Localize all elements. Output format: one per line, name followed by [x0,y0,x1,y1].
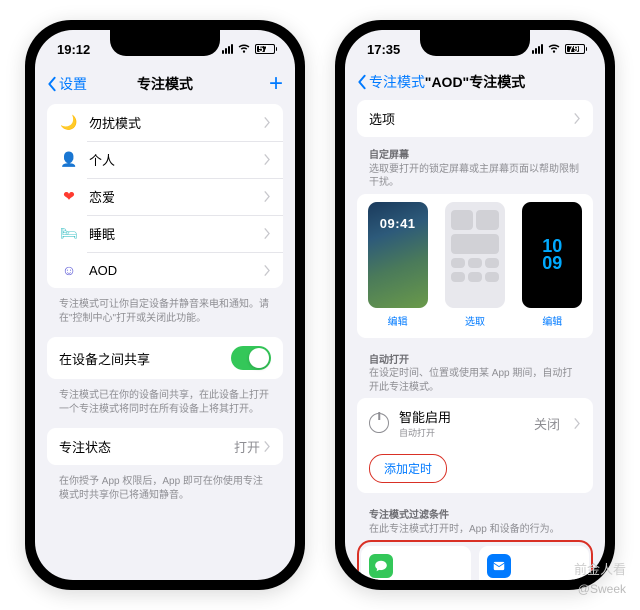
mode-aod[interactable]: ☺ AOD [47,252,283,288]
chevron-right-icon [264,441,271,452]
chevron-right-icon [574,418,581,429]
chevron-right-icon [264,191,271,202]
filter-header: 专注模式过滤条件 在此专注模式打开时，App 和设备的行为。 [357,499,593,540]
nav-bar: 专注模式 "AOD"专注模式 [345,68,605,100]
custom-screens-header: 自定屏幕 选取要打开的锁定屏幕或主屏幕页面以帮助限制干扰。 [357,139,593,194]
page-title: 专注模式 [137,74,193,94]
chevron-left-icon [357,74,367,90]
watermark-brand: 前金人看 [574,559,626,578]
signal-icon [222,44,233,54]
moon-icon: 🌙 [59,114,79,131]
battery-icon: 57 [255,44,278,54]
modes-footer: 专注模式可让你自定设备并静音来电和通知。请在"控制中心"打开或关闭此功能。 [47,294,283,337]
back-button[interactable]: 设置 [47,74,87,94]
screen-customization: 09:41 编辑 选取 [357,194,593,338]
person-icon: 👤 [59,151,79,168]
mode-love[interactable]: ❤ 恋爱 [47,178,283,215]
add-button[interactable]: + [269,72,283,96]
wifi-icon [237,44,251,54]
add-schedule-button[interactable]: 添加定时 [369,454,447,483]
filter-messages[interactable]: 信息 过滤对话 [361,546,471,580]
heart-icon: ❤ [59,188,79,205]
chevron-right-icon [264,117,271,128]
chevron-left-icon [47,76,57,92]
lock-screen-option[interactable]: 09:41 编辑 [368,202,428,328]
watermark: @Sweek [578,582,626,596]
chevron-right-icon [574,113,581,124]
phone-right: 17:35 79 专注模式 "AOD"专注模式 [335,20,615,590]
chevron-right-icon [264,265,271,276]
back-label: 设置 [59,74,87,94]
options-row[interactable]: 选项 [357,100,593,137]
smart-activation[interactable]: 智能启用 自动打开 关闭 [357,398,593,448]
mode-personal[interactable]: 👤 个人 [47,141,283,178]
mode-sleep[interactable]: 🛏 睡眠 [47,215,283,252]
home-screen-option[interactable]: 选取 [445,202,505,328]
status-time: 17:35 [367,42,400,57]
auto-on-header: 自动打开 在设定时间、位置或使用某 App 期间，自动打开此专注模式。 [357,344,593,399]
filter-mail[interactable]: 过滤收件箱 打开其他1个 [479,546,589,580]
share-toggle[interactable] [231,346,271,370]
notch [110,30,220,56]
focus-status[interactable]: 专注状态 打开 [47,428,283,465]
status-time: 19:12 [57,42,90,57]
chevron-right-icon [264,154,271,165]
focus-filters: 信息 过滤对话 过滤收件箱 打开其他1个 [357,540,593,580]
watch-digits: 1009 [542,238,562,270]
mail-icon [487,554,511,578]
share-across-devices[interactable]: 在设备之间共享 [47,337,283,379]
back-button[interactable]: 专注模式 [357,72,425,92]
page-title: "AOD"专注模式 [425,72,525,92]
nav-bar: 设置 专注模式 + [35,68,295,104]
messages-icon [369,554,393,578]
share-footer: 专注模式已在你的设备间共享，在此设备上打开一个专注模式将同时在所有设备上将其打开… [47,385,283,428]
back-label: 专注模式 [369,72,425,92]
bed-icon: 🛏 [59,225,79,242]
status-footer: 在你授予 App 权限后，App 即可在你使用专注模式时共享你已将通知静音。 [47,471,283,514]
mode-do-not-disturb[interactable]: 🌙 勿扰模式 [47,104,283,141]
focus-modes-list: 🌙 勿扰模式 👤 个人 ❤ 恋爱 🛏 [47,104,283,288]
phone-left: 19:12 57 设置 专注模式 + [25,20,305,590]
battery-icon: 79 [565,44,588,54]
notch [420,30,530,56]
lock-screen-time: 09:41 [368,202,428,231]
watch-face-option[interactable]: 1009 编辑 [522,202,582,328]
power-icon [369,413,389,433]
wifi-icon [547,44,561,54]
signal-icon [532,44,543,54]
smile-icon: ☺ [59,262,79,278]
chevron-right-icon [264,228,271,239]
